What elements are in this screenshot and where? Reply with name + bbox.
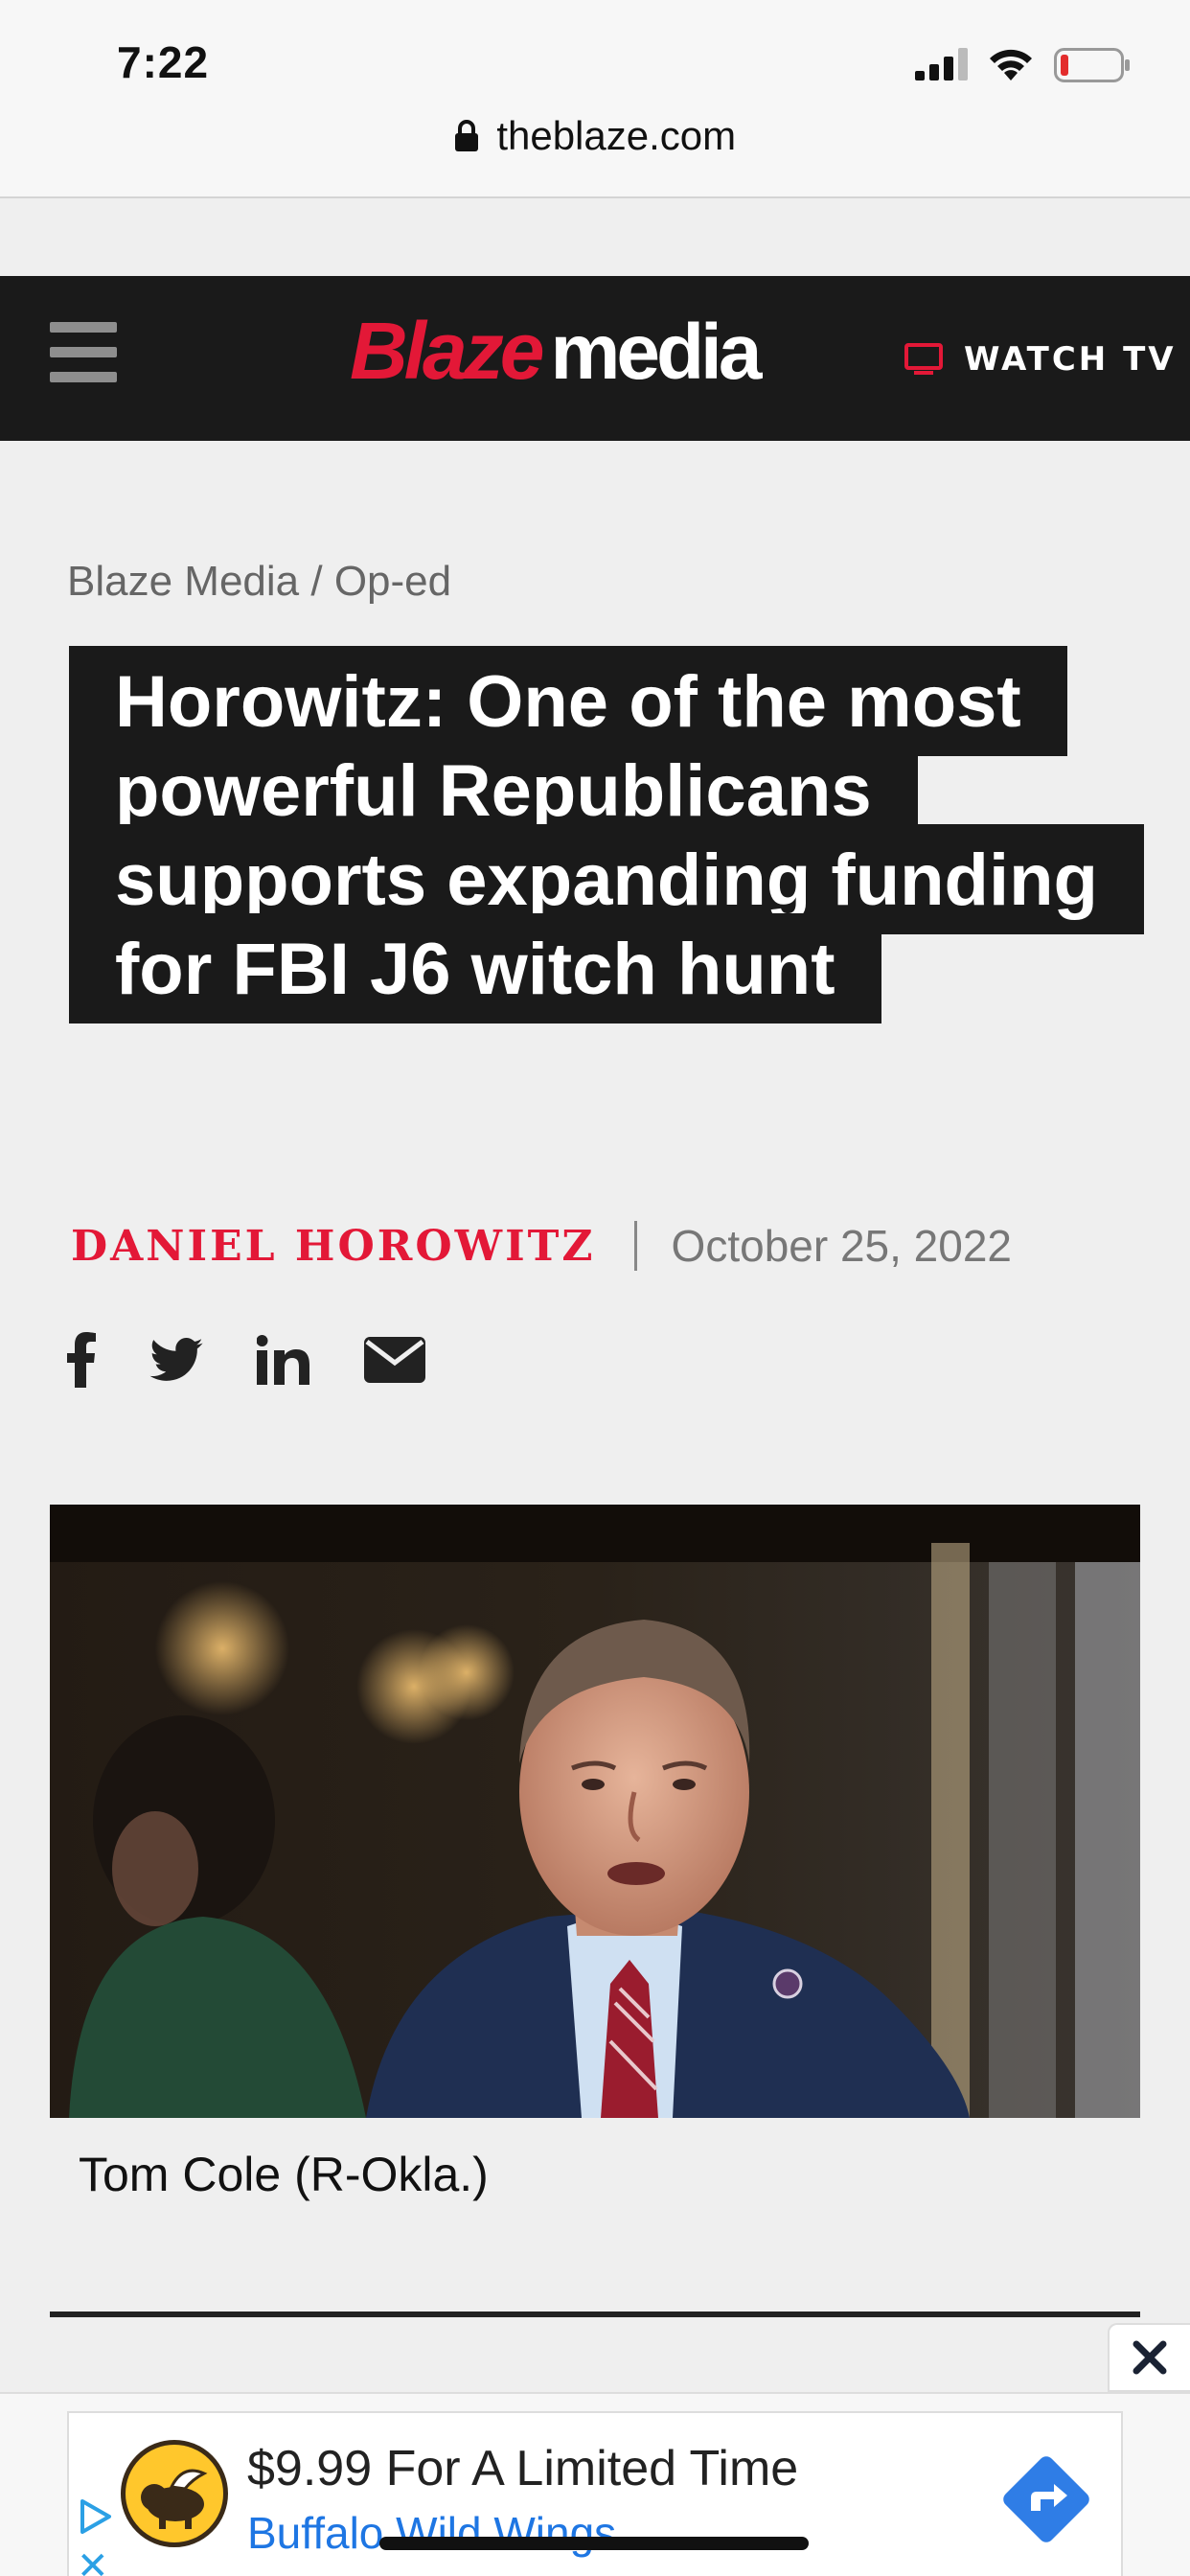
lock-icon [454, 120, 478, 151]
image-caption: Tom Cole (R-Okla.) [79, 2148, 489, 2201]
breadcrumb-separator: / [299, 558, 334, 605]
byline: DANIEL HOROWITZ October 25, 2022 [71, 1217, 1012, 1275]
breadcrumb: Blaze Media / Op-ed [67, 558, 451, 606]
twitter-icon[interactable] [149, 1338, 203, 1382]
facebook-icon[interactable] [67, 1332, 96, 1388]
battery-low-icon [1054, 48, 1130, 82]
watch-tv-label: WATCH TV [964, 340, 1177, 379]
byline-divider [633, 1221, 637, 1271]
article-headline-block: Horowitz: One of the most powerful Repub… [69, 646, 1144, 1024]
clock-time: 7:22 [117, 37, 210, 87]
close-icon [1133, 2340, 1167, 2375]
article-hero-photo [50, 1505, 1140, 2118]
url-text: theblaze.com [496, 113, 737, 158]
hamburger-menu-icon[interactable] [50, 322, 117, 395]
ad-dismiss-icon[interactable]: ✕ [77, 2547, 109, 2576]
publish-date: October 25, 2022 [671, 1221, 1013, 1271]
watch-tv-button[interactable]: WATCH TV [904, 335, 1177, 383]
adchoices-icon[interactable] [77, 2497, 115, 2536]
breadcrumb-item-op-ed[interactable]: Op-ed [334, 558, 451, 605]
logo-media-text: media [550, 309, 762, 396]
breadcrumb-item-blaze-media[interactable]: Blaze Media [67, 558, 299, 605]
author-link[interactable]: DANIEL HOROWITZ [71, 1222, 596, 1271]
section-divider [50, 2312, 1140, 2317]
linkedin-icon[interactable] [257, 1335, 310, 1385]
cellular-signal-icon [915, 48, 968, 80]
article-headline: Horowitz: One of the most powerful Repub… [69, 646, 1144, 1024]
wifi-icon [990, 49, 1032, 80]
directions-arrow-icon[interactable] [998, 2451, 1094, 2547]
buffalo-wild-wings-logo [121, 2440, 228, 2547]
ad-card[interactable]: ✕ $9.99 For A Limited Time Buffalo Wild … [67, 2411, 1123, 2576]
share-bar [67, 1332, 479, 1388]
ad-headline: $9.99 For A Limited Time [247, 2441, 799, 2496]
home-indicator[interactable] [379, 2537, 809, 2550]
blaze-media-logo[interactable]: Blaze media [350, 305, 762, 410]
email-icon[interactable] [364, 1337, 425, 1383]
portrait-photo-illustration [50, 1505, 1140, 2118]
logo-blaze-text: Blaze [350, 306, 544, 396]
site-header: Blaze media WATCH TV [0, 276, 1190, 441]
address-bar[interactable]: theblaze.com [0, 113, 1190, 159]
tv-icon [904, 343, 943, 375]
ad-advertiser: Buffalo Wild Wings [247, 2508, 617, 2558]
ad-close-button[interactable] [1108, 2323, 1190, 2392]
browser-status-bar: 7:22 theblaze.com [0, 0, 1190, 198]
